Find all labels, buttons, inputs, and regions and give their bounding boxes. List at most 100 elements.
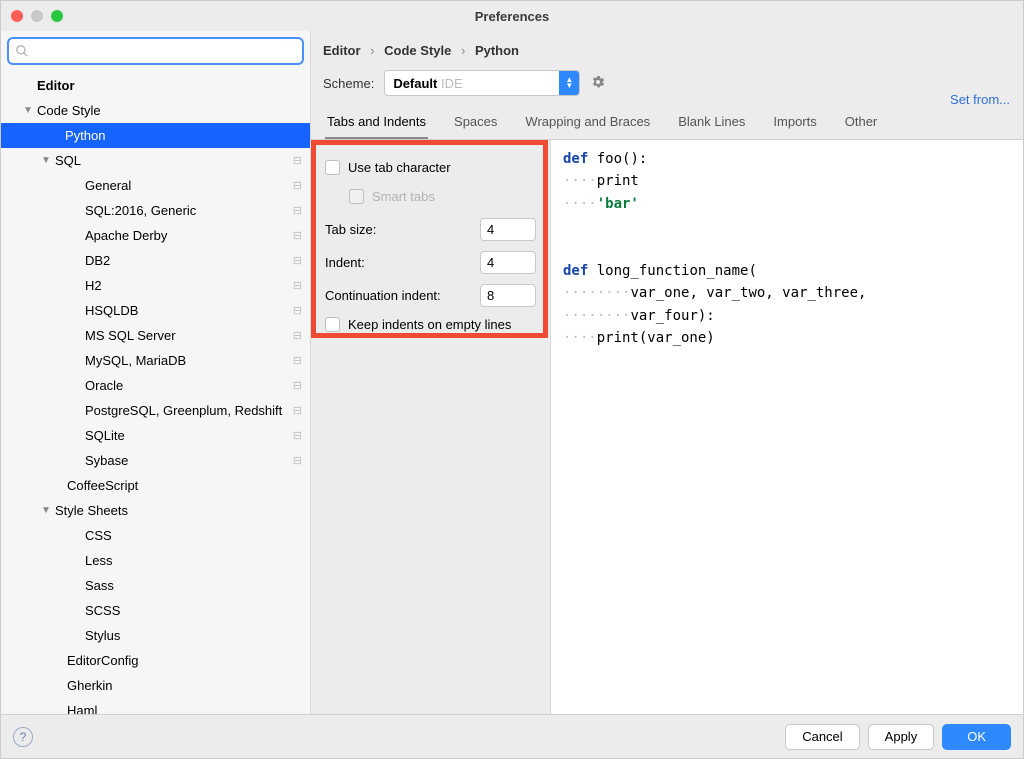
tree-item-meta-icon: ⊟ <box>293 254 302 267</box>
tree-item-label: PostgreSQL, Greenplum, Redshift <box>85 403 289 418</box>
tree-item-label: Gherkin <box>67 678 302 693</box>
tree-item-label: Code Style <box>37 103 302 118</box>
cont-indent-input[interactable] <box>480 284 536 307</box>
tab-spaces[interactable]: Spaces <box>452 106 499 139</box>
tree-item[interactable]: Haml <box>1 698 310 714</box>
tab-size-input[interactable] <box>480 218 536 241</box>
tab-imports[interactable]: Imports <box>771 106 818 139</box>
search-input[interactable] <box>35 43 296 60</box>
tree-item-label: EditorConfig <box>67 653 302 668</box>
tree-item[interactable]: Gherkin <box>1 673 310 698</box>
tree-item-meta-icon: ⊟ <box>293 204 302 217</box>
tree-item-label: SQL <box>55 153 289 168</box>
apply-button[interactable]: Apply <box>868 724 935 750</box>
tree-item[interactable]: Python <box>1 123 310 148</box>
tree-item[interactable]: SQLite⊟ <box>1 423 310 448</box>
ok-button[interactable]: OK <box>942 724 1011 750</box>
set-from-link[interactable]: Set from... <box>950 92 1010 107</box>
tree-item-label: Less <box>85 553 302 568</box>
tree-item-meta-icon: ⊟ <box>293 154 302 167</box>
tree-item[interactable]: Less <box>1 548 310 573</box>
gear-icon[interactable] <box>590 74 606 93</box>
indent-input[interactable] <box>480 251 536 274</box>
tree-item-meta-icon: ⊟ <box>293 279 302 292</box>
smart-tabs-label: Smart tabs <box>372 189 435 204</box>
breadcrumb-item[interactable]: Editor <box>323 43 361 58</box>
indent-row: Indent: <box>325 251 536 274</box>
keep-indents-label: Keep indents on empty lines <box>348 317 511 332</box>
footer: ? Cancel Apply OK <box>1 714 1023 758</box>
tree-item-label: DB2 <box>85 253 289 268</box>
breadcrumb-sep: › <box>461 43 465 58</box>
tree-item[interactable]: Oracle⊟ <box>1 373 310 398</box>
tab-size-row: Tab size: <box>325 218 536 241</box>
tree-item-meta-icon: ⊟ <box>293 179 302 192</box>
tree-item-meta-icon: ⊟ <box>293 304 302 317</box>
tree-item[interactable]: Editor <box>1 73 310 98</box>
tree-item[interactable]: MySQL, MariaDB⊟ <box>1 348 310 373</box>
breadcrumb-sep: › <box>370 43 374 58</box>
close-icon[interactable] <box>11 10 23 22</box>
tree-item-label: Haml <box>67 703 302 714</box>
cancel-button[interactable]: Cancel <box>785 724 859 750</box>
search-input-wrap[interactable] <box>7 37 304 65</box>
help-icon[interactable]: ? <box>13 727 33 747</box>
tree-item[interactable]: ▼SQL⊟ <box>1 148 310 173</box>
scheme-label: Scheme: <box>323 76 374 91</box>
tree-item-label: MySQL, MariaDB <box>85 353 289 368</box>
preferences-window: Preferences Editor▼Code StylePython▼SQL⊟… <box>0 0 1024 759</box>
tree-item[interactable]: ▼ Code Style <box>1 98 310 123</box>
breadcrumb-item[interactable]: Python <box>475 43 519 58</box>
tab-tabs-and-indents[interactable]: Tabs and Indents <box>325 106 428 139</box>
tree-item[interactable]: PostgreSQL, Greenplum, Redshift⊟ <box>1 398 310 423</box>
tab-wrapping[interactable]: Wrapping and Braces <box>523 106 652 139</box>
tree-item[interactable]: DB2 ⊟ <box>1 248 310 273</box>
use-tab-row: Use tab character <box>325 160 536 175</box>
zoom-icon[interactable] <box>51 10 63 22</box>
use-tab-checkbox[interactable] <box>325 160 340 175</box>
tree-item-label: SQL:2016, Generic <box>85 203 289 218</box>
split-pane: Use tab character Smart tabs Tab size: I… <box>311 140 1023 714</box>
settings-tree: Editor▼Code StylePython▼SQL⊟General⊟SQL:… <box>1 71 310 714</box>
tree-item-meta-icon: ⊟ <box>293 454 302 467</box>
tab-blank-lines[interactable]: Blank Lines <box>676 106 747 139</box>
dropdown-arrows-icon: ▲▼ <box>559 70 579 96</box>
window-controls <box>11 10 63 22</box>
keep-indents-row: Keep indents on empty lines <box>325 317 536 332</box>
breadcrumb-item[interactable]: Code Style <box>384 43 451 58</box>
tree-item[interactable]: Sass <box>1 573 310 598</box>
tree-item[interactable]: Apache Derby⊟ <box>1 223 310 248</box>
tab-other[interactable]: Other <box>843 106 880 139</box>
tree-item[interactable]: HSQLDB ⊟ <box>1 298 310 323</box>
tree-item-label: SCSS <box>85 603 302 618</box>
tree-item[interactable]: CSS <box>1 523 310 548</box>
titlebar: Preferences <box>1 1 1023 31</box>
smart-tabs-row: Smart tabs <box>325 189 536 204</box>
code-preview: def foo(): ····print ····'bar' def long_… <box>551 140 1023 714</box>
minimize-icon[interactable] <box>31 10 43 22</box>
tree-item[interactable]: General⊟ <box>1 173 310 198</box>
keep-indents-checkbox[interactable] <box>325 317 340 332</box>
tree-item[interactable]: SCSS <box>1 598 310 623</box>
window-body: Editor▼Code StylePython▼SQL⊟General⊟SQL:… <box>1 31 1023 714</box>
tree-item[interactable]: MS SQL Server⊟ <box>1 323 310 348</box>
tree-item[interactable]: EditorConfig <box>1 648 310 673</box>
tree-item[interactable]: H2⊟ <box>1 273 310 298</box>
scheme-select[interactable]: Default IDE ▲▼ <box>384 70 580 96</box>
main-pane: Editor › Code Style › Python Scheme: Def… <box>311 31 1023 714</box>
tabs: Tabs and Indents Spaces Wrapping and Bra… <box>311 106 1023 140</box>
tree-item-meta-icon: ⊟ <box>293 379 302 392</box>
tree-item[interactable]: Sybase⊟ <box>1 448 310 473</box>
tree-item[interactable]: CoffeeScript <box>1 473 310 498</box>
tree-item-label: HSQLDB <box>85 303 289 318</box>
chevron-down-icon: ▼ <box>23 105 33 116</box>
tree-item[interactable]: ▼Style Sheets <box>1 498 310 523</box>
tree-item-label: CSS <box>85 528 302 543</box>
tree-item[interactable]: Stylus <box>1 623 310 648</box>
indent-label: Indent: <box>325 255 480 270</box>
breadcrumb: Editor › Code Style › Python <box>311 31 1023 66</box>
tree-item[interactable]: SQL:2016, Generic ⊟ <box>1 198 310 223</box>
cont-indent-label: Continuation indent: <box>325 288 480 303</box>
window-title: Preferences <box>1 9 1023 24</box>
settings-pane: Use tab character Smart tabs Tab size: I… <box>311 140 551 714</box>
